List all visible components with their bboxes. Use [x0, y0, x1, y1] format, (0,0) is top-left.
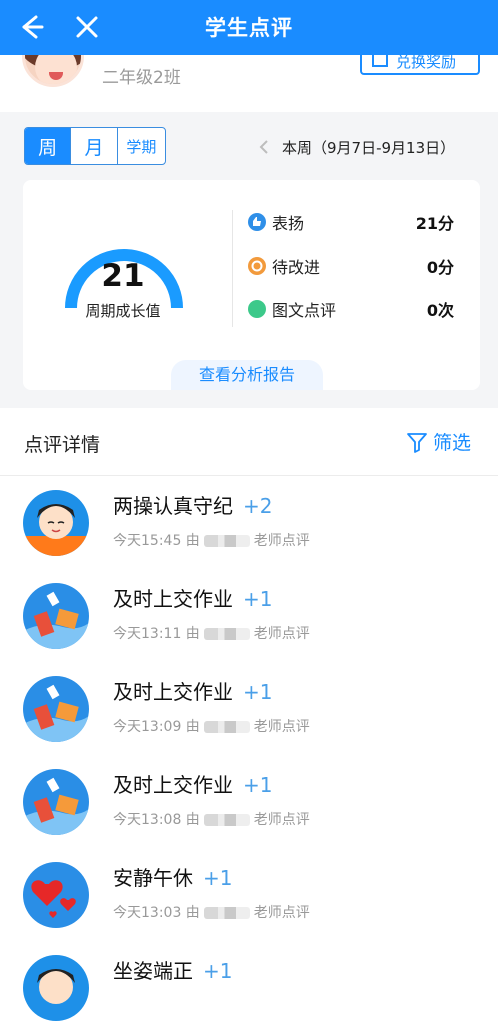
books-avatar	[23, 676, 89, 742]
detail-header: 点评详情 筛选	[0, 408, 498, 476]
review-meta: 今天15:45 由老师点评	[113, 533, 310, 549]
filter-button[interactable]: 筛选	[405, 428, 471, 455]
list-item[interactable]: 安静午休 +1 今天13:03 由老师点评	[0, 848, 498, 941]
redacted-name	[203, 814, 250, 826]
redacted-name	[203, 907, 250, 919]
review-points: +1	[203, 959, 233, 983]
divider	[232, 210, 233, 327]
page-title: 学生点评	[205, 16, 293, 40]
list-item[interactable]: 及时上交作业 +1 今天13:09 由老师点评	[0, 662, 498, 755]
stat-name: 待改进	[272, 258, 321, 277]
stat-name: 表扬	[272, 214, 305, 233]
review-meta: 今天13:11 由老师点评	[113, 626, 310, 642]
stat-improve: 待改进 0分	[248, 254, 454, 278]
week-range: 本周（9月7日-9月13日）	[282, 138, 456, 157]
review-title: 坐姿端正 +1	[113, 959, 233, 983]
review-title: 安静午休 +1	[113, 866, 233, 890]
list-item[interactable]: 两操认真守纪 +2 今天15:45 由老师点评	[0, 476, 498, 569]
stat-value: 0次	[426, 301, 454, 320]
student-avatar	[22, 55, 84, 87]
image-comment-icon	[248, 300, 266, 318]
exchange-reward-label: 兑换奖励	[396, 55, 457, 71]
books-avatar	[23, 583, 89, 649]
review-points: +2	[243, 494, 273, 518]
student-profile: 二年级2班 兑换奖励	[0, 55, 498, 112]
growth-summary-card: 21 周期成长值 表扬 21分 待改进 0分 图文点评 0次 查看分析报告	[23, 180, 480, 390]
class-name: 二年级2班	[102, 68, 181, 88]
boy-avatar	[23, 490, 89, 556]
warning-icon	[248, 257, 266, 275]
exchange-reward-button[interactable]: 兑换奖励	[360, 55, 480, 75]
review-title: 及时上交作业 +1	[113, 773, 273, 797]
review-points: +1	[243, 773, 273, 797]
stat-praise: 表扬 21分	[248, 210, 454, 234]
gift-icon	[372, 55, 388, 67]
review-meta: 今天13:08 由老师点评	[113, 812, 310, 828]
review-list: 两操认真守纪 +2 今天15:45 由老师点评 及时上交作业 +1 今天13:11 …	[0, 476, 498, 1034]
stat-image-comment: 图文点评 0次	[248, 297, 454, 321]
books-avatar	[23, 769, 89, 835]
week-navigator: 本周（9月7日-9月13日）	[258, 135, 455, 159]
detail-title: 点评详情	[24, 434, 101, 456]
redacted-name	[203, 628, 250, 640]
review-meta: 今天13:03 由老师点评	[113, 905, 310, 921]
review-points: +1	[203, 866, 233, 890]
boy-avatar	[23, 955, 89, 1021]
list-item[interactable]: 坐姿端正 +1	[0, 941, 498, 1034]
stat-value: 0分	[426, 258, 454, 277]
tab-semester[interactable]: 学期	[118, 128, 165, 164]
chevron-left-icon[interactable]	[258, 140, 270, 154]
review-title: 及时上交作业 +1	[113, 587, 273, 611]
review-title: 两操认真守纪 +2	[113, 494, 273, 518]
tab-month[interactable]: 月	[71, 128, 118, 164]
tab-week[interactable]: 周	[25, 128, 72, 164]
redacted-name	[203, 721, 250, 733]
top-bar: 学生点评	[0, 0, 498, 55]
filter-icon	[407, 432, 427, 453]
review-points: +1	[243, 587, 273, 611]
redacted-name	[203, 535, 250, 547]
hearts-avatar	[23, 862, 89, 928]
growth-label: 周期成长值	[85, 302, 161, 320]
review-meta: 今天13:09 由老师点评	[113, 719, 310, 735]
filter-label: 筛选	[433, 432, 472, 454]
list-item[interactable]: 及时上交作业 +1 今天13:11 由老师点评	[0, 569, 498, 662]
thumb-up-icon	[248, 213, 266, 231]
stat-name: 图文点评	[272, 301, 337, 320]
review-title: 及时上交作业 +1	[113, 680, 273, 704]
stat-value: 21分	[415, 214, 454, 233]
growth-value: 21	[101, 258, 145, 294]
list-item[interactable]: 及时上交作业 +1 今天13:08 由老师点评	[0, 755, 498, 848]
review-points: +1	[243, 680, 273, 704]
period-tabs: 周 月 学期	[24, 127, 166, 165]
view-report-button[interactable]: 查看分析报告	[171, 360, 323, 390]
